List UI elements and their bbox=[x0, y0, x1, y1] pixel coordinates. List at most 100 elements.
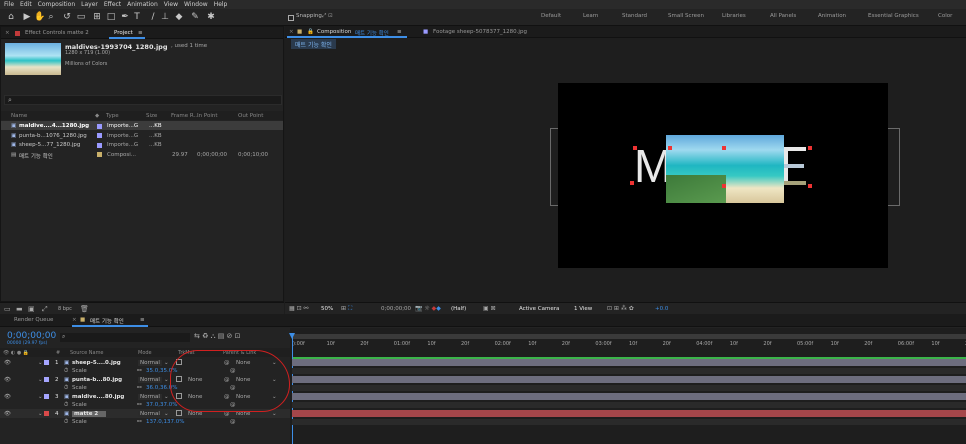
pan-behind-tool-icon[interactable]: ⊞ bbox=[92, 12, 102, 23]
layer-name[interactable]: punta-b...80.jpg bbox=[72, 377, 122, 383]
rectangle-tool-icon[interactable]: □ bbox=[106, 12, 116, 23]
workspace-small-screen[interactable]: Small Screen bbox=[668, 13, 704, 19]
clone-tool-icon[interactable]: ⊥ bbox=[160, 12, 170, 23]
layer-label-color[interactable] bbox=[44, 360, 49, 365]
scale-value[interactable]: 37.0,37.0% bbox=[146, 402, 177, 408]
column-source-name[interactable]: Source Name bbox=[70, 350, 104, 356]
letter-e-layer[interactable] bbox=[784, 147, 806, 185]
workspace-default[interactable]: Default bbox=[541, 13, 561, 19]
visibility-eye-icon[interactable]: 👁 bbox=[4, 360, 11, 366]
layer-name[interactable]: sheep-5....0.jpg bbox=[72, 360, 121, 366]
search-input[interactable]: ⌕ bbox=[4, 95, 282, 105]
track-matte-icon[interactable] bbox=[176, 410, 182, 416]
column-frame-rate[interactable]: Frame R... bbox=[171, 113, 199, 119]
snapping-icon[interactable]: ⤢ ⊡ bbox=[322, 13, 333, 20]
current-time[interactable]: 0;00;00;00 bbox=[381, 306, 411, 312]
close-icon[interactable]: × bbox=[72, 317, 77, 323]
time-ruler[interactable]: ):00f 10f 20f 01:00f 10f 20f 02:00f 10f 20f 03:00… bbox=[290, 339, 966, 349]
column-out-point[interactable]: Out Point bbox=[238, 113, 263, 119]
workspace-learn[interactable]: Learn bbox=[583, 13, 598, 19]
tab-composition-prefix[interactable]: Composition bbox=[317, 29, 351, 35]
brush-tool-icon[interactable]: / bbox=[148, 12, 158, 23]
column-size[interactable]: Size bbox=[146, 113, 157, 119]
label-color-chip[interactable] bbox=[97, 123, 102, 129]
snapping-checkbox[interactable] bbox=[288, 15, 294, 21]
tab-effect-controls[interactable]: Effect Controls matte 2 bbox=[25, 30, 89, 36]
selection-tool-icon[interactable]: ▶ bbox=[22, 12, 32, 23]
label-color-chip[interactable] bbox=[97, 133, 102, 138]
anchor-handle[interactable] bbox=[633, 146, 637, 150]
panel-menu-icon[interactable]: ≡ bbox=[140, 317, 145, 323]
always-preview-icon[interactable]: ▦ ⊡ ⚯ bbox=[289, 305, 309, 312]
menu-animation[interactable]: Animation bbox=[127, 1, 158, 8]
visibility-eye-icon[interactable]: 👁 bbox=[4, 411, 11, 417]
workspace-animation[interactable]: Animation bbox=[818, 13, 846, 19]
camera-dropdown[interactable]: Active Camera bbox=[519, 306, 559, 312]
constrain-proportions-icon[interactable]: ⚯ bbox=[137, 385, 142, 391]
project-item[interactable]: ▣ punta-b...1076_1280.jpg Importe...G ...KB bbox=[1, 131, 283, 140]
home-icon[interactable]: ⌂ bbox=[6, 12, 16, 23]
new-folder-icon[interactable]: ▬ bbox=[16, 305, 23, 313]
blend-mode-dropdown[interactable]: Normal bbox=[138, 410, 162, 417]
anchor-handle[interactable] bbox=[808, 146, 812, 150]
constrain-proportions-icon[interactable]: ⚯ bbox=[137, 402, 142, 408]
constrain-proportions-icon[interactable]: ⚯ bbox=[137, 419, 142, 425]
menu-view[interactable]: View bbox=[164, 1, 178, 8]
column-name[interactable]: Name bbox=[11, 113, 27, 119]
expression-icon[interactable]: @ bbox=[230, 419, 236, 425]
puppet-tool-icon[interactable]: ✱ bbox=[206, 12, 216, 23]
close-icon[interactable]: × bbox=[289, 29, 294, 35]
expand-chevron-icon[interactable]: ⌄ bbox=[38, 377, 43, 383]
composition-canvas[interactable]: M bbox=[558, 83, 888, 268]
expand-chevron-icon[interactable]: ⌄ bbox=[38, 360, 43, 366]
stopwatch-icon[interactable]: ⏱ bbox=[64, 385, 68, 392]
workspace-all-panels[interactable]: All Panels bbox=[770, 13, 796, 19]
layer-label-color[interactable] bbox=[44, 377, 49, 382]
exposure-value[interactable]: +0.0 bbox=[655, 306, 668, 312]
menu-layer[interactable]: Layer bbox=[81, 1, 98, 8]
label-color-chip[interactable] bbox=[97, 142, 102, 148]
layer-name[interactable]: maldive....80.jpg bbox=[72, 394, 124, 400]
workspace-color[interactable]: Color bbox=[938, 13, 952, 19]
layer-duration-bar[interactable] bbox=[292, 410, 966, 417]
layer-duration-bar[interactable] bbox=[292, 359, 966, 366]
project-item[interactable]: ▣ maldive....4...1280.jpg Importe...G ...KB bbox=[1, 121, 283, 130]
tab-project[interactable]: Project bbox=[114, 30, 133, 36]
safe-areas-icon[interactable]: ⊞ ⛶ bbox=[341, 305, 352, 313]
timeline-timecode[interactable]: 0;00;00;00 bbox=[7, 331, 56, 341]
camera-tool-icon[interactable]: ▭ bbox=[76, 12, 86, 23]
chevron-down-icon[interactable]: ⌄ bbox=[164, 377, 169, 383]
resolution-dropdown[interactable]: (Half) bbox=[451, 306, 466, 312]
tab-footage[interactable]: Footage sheep-5078377_1280.jpg bbox=[433, 29, 527, 35]
project-item[interactable]: ▤ 매트 기능 확인 Composi... 29.97 0;00;00;00 0;00;1… bbox=[1, 150, 283, 160]
chevron-down-icon[interactable]: ⌄ bbox=[164, 360, 169, 366]
layer-duration-bar[interactable] bbox=[292, 393, 966, 400]
composition-breadcrumb[interactable]: 매트 기능 확인 bbox=[291, 39, 336, 49]
layer-duration-bar[interactable] bbox=[292, 376, 966, 383]
tab-render-queue[interactable]: Render Queue bbox=[14, 317, 53, 323]
flowchart-icon[interactable]: ⤢ bbox=[42, 305, 48, 314]
label-color-chip[interactable] bbox=[97, 152, 102, 157]
lock-icon[interactable]: 🔒 bbox=[307, 29, 314, 35]
workspace-libraries[interactable]: Libraries bbox=[722, 13, 746, 19]
blend-mode-dropdown[interactable]: Normal bbox=[138, 393, 162, 400]
zoom-dropdown[interactable]: 50% bbox=[321, 306, 333, 312]
panel-menu-icon[interactable]: ≡ bbox=[397, 29, 402, 35]
menu-file[interactable]: File bbox=[4, 1, 14, 8]
workspace-essential-graphics[interactable]: Essential Graphics bbox=[868, 13, 919, 19]
tab-timeline-composition[interactable]: 매트 기능 확인 bbox=[90, 317, 124, 325]
anchor-handle[interactable] bbox=[722, 146, 726, 150]
bit-depth-button[interactable]: 8 bpc bbox=[58, 306, 72, 312]
column-in-point[interactable]: In Point bbox=[197, 113, 218, 119]
zoom-tool-icon[interactable]: ⌕ bbox=[46, 12, 56, 23]
rotate-tool-icon[interactable]: ↺ bbox=[62, 12, 72, 23]
project-item[interactable]: ▣ sheep-5...77_1280.jpg Importe...G ...KB bbox=[1, 140, 283, 149]
chevron-down-icon[interactable]: ⌄ bbox=[272, 411, 277, 417]
type-tool-icon[interactable]: T bbox=[132, 12, 142, 23]
stopwatch-icon[interactable]: ⏱ bbox=[64, 402, 68, 409]
expand-chevron-icon[interactable]: ⌄ bbox=[38, 411, 43, 417]
layer-search-input[interactable]: ⌕ bbox=[60, 333, 190, 342]
trash-icon[interactable]: 🗑 bbox=[80, 305, 89, 313]
menu-composition[interactable]: Composition bbox=[38, 1, 75, 8]
menu-help[interactable]: Help bbox=[214, 1, 228, 8]
